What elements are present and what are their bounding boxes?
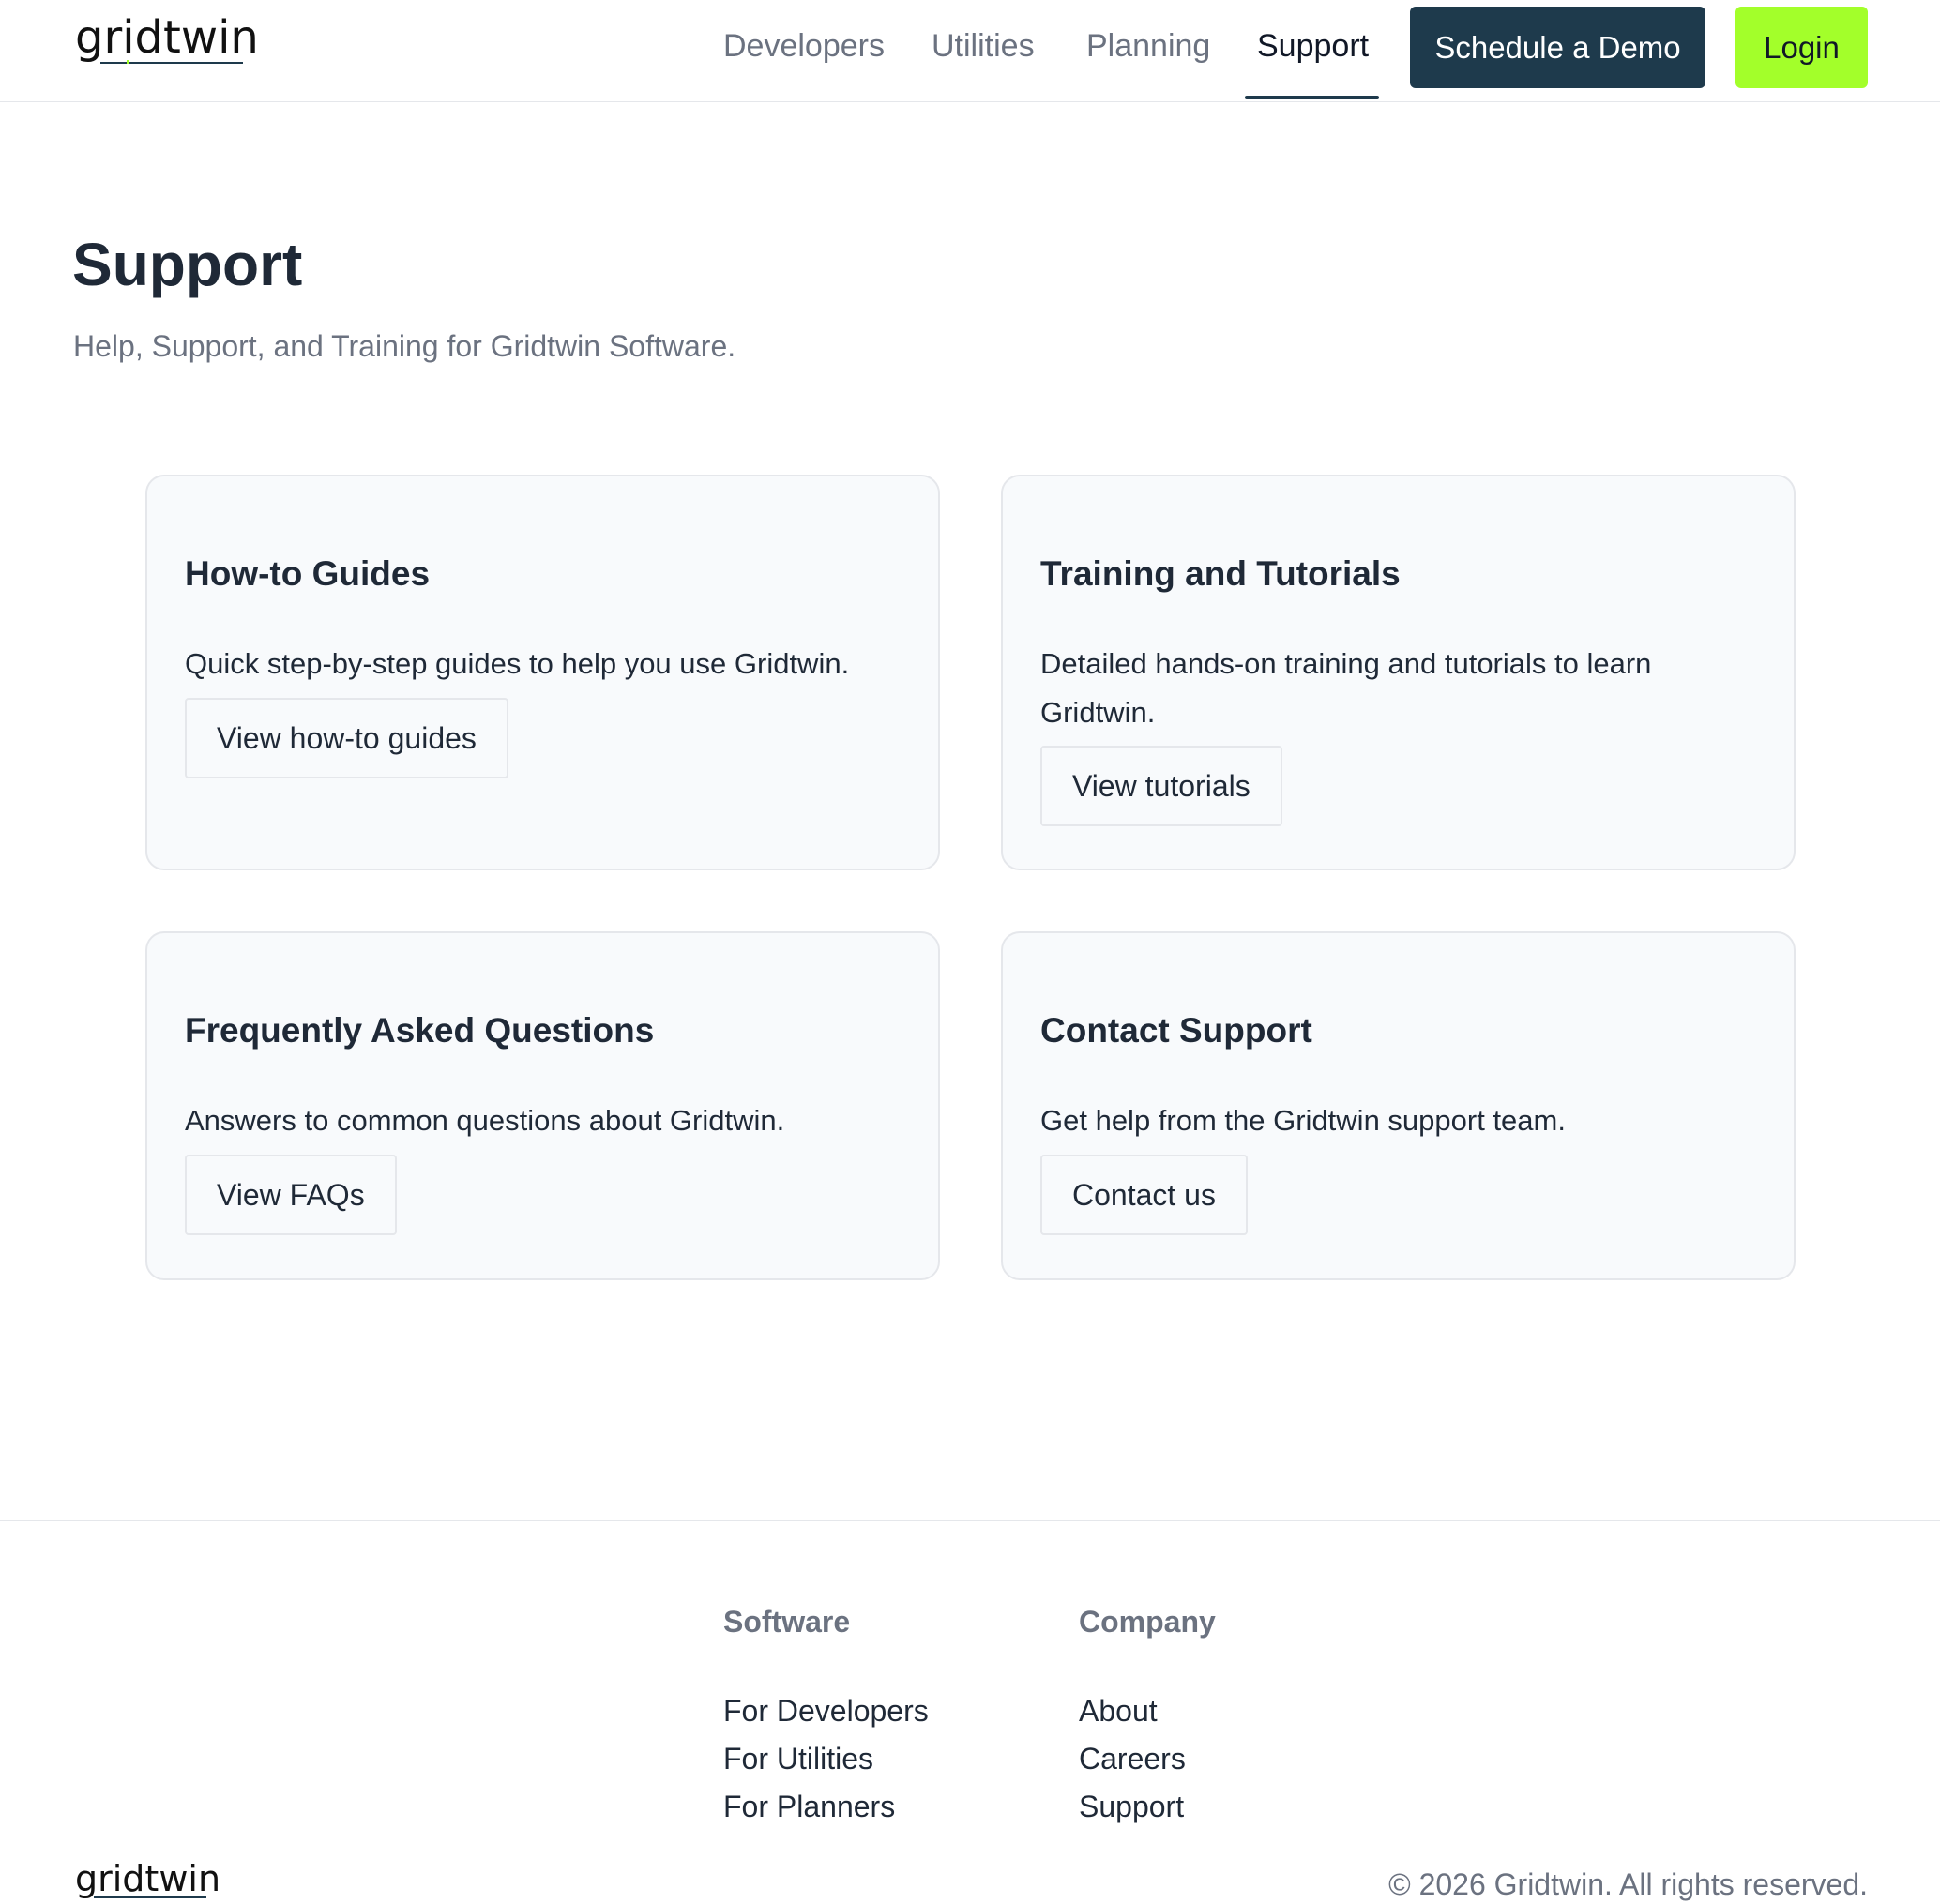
page-title: Support [72,231,303,298]
footer-logo-text: gridtwin [75,1858,220,1899]
view-faqs-button[interactable]: View FAQs [185,1155,397,1235]
nav-support[interactable]: Support [1257,24,1369,68]
footer-link-about[interactable]: About [1079,1691,1158,1730]
footer-link-support[interactable]: Support [1079,1787,1184,1826]
active-nav-indicator [1245,96,1379,99]
logo-mark: gridtwin [75,11,259,64]
nav-utilities[interactable]: Utilities [932,24,1035,68]
footer-gridtwin-logo[interactable]: gridtwin [75,1858,225,1900]
view-tutorials-button[interactable]: View tutorials [1040,746,1282,826]
page-subtitle: Help, Support, and Training for Gridtwin… [73,329,736,363]
footer-heading-company: Company [1079,1605,1216,1639]
copyright-text: © 2026 Gridtwin. All rights reserved. [1388,1867,1868,1901]
card-description: Quick step-by-step guides to help you us… [185,647,850,680]
site-header: gridtwin Developers Utilities Planning S… [0,0,1940,102]
gridtwin-logo[interactable]: gridtwin [75,11,272,71]
footer-link-for-planners[interactable]: For Planners [723,1787,895,1826]
card-description: Get help from the Gridtwin support team. [1040,1104,1566,1137]
card-contact-support: Contact Support Get help from the Gridtw… [1001,931,1796,1280]
card-how-to-guides: How-to Guides Quick step-by-step guides … [145,475,940,870]
logo-text: gridtwin [75,11,259,64]
footer-heading-software: Software [723,1605,851,1639]
card-training-tutorials: Training and Tutorials Detailed hands-on… [1001,475,1796,870]
footer-link-for-developers[interactable]: For Developers [723,1691,929,1730]
card-title: How-to Guides [185,554,431,593]
schedule-demo-button[interactable]: Schedule a Demo [1410,7,1705,88]
card-title: Contact Support [1040,1011,1312,1050]
contact-us-button[interactable]: Contact us [1040,1155,1248,1235]
footer-logo-mark: gridtwin [75,1858,220,1899]
card-description: Detailed hands-on training and tutorials… [1040,647,1652,729]
card-title: Training and Tutorials [1040,554,1401,593]
view-how-to-guides-button[interactable]: View how-to guides [185,698,508,778]
card-description: Answers to common questions about Gridtw… [185,1104,785,1137]
footer-link-careers[interactable]: Careers [1079,1739,1186,1778]
footer-divider [0,1520,1940,1521]
card-faqs: Frequently Asked Questions Answers to co… [145,931,940,1280]
card-title: Frequently Asked Questions [185,1011,655,1050]
login-button[interactable]: Login [1735,7,1868,88]
nav-planning[interactable]: Planning [1086,24,1210,68]
footer-link-for-utilities[interactable]: For Utilities [723,1739,873,1778]
nav-developers[interactable]: Developers [723,24,885,68]
